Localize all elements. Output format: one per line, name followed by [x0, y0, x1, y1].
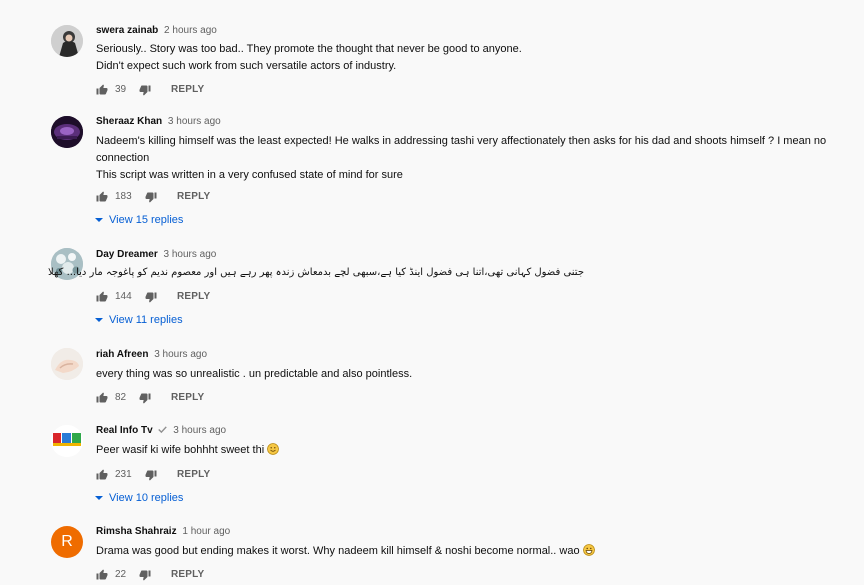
- like-count: 183: [115, 191, 132, 202]
- reply-button[interactable]: REPLY: [177, 468, 210, 482]
- chevron-down-icon: [95, 218, 103, 222]
- like-icon[interactable]: [96, 569, 108, 581]
- comment-text-line: Nadeem's killing himself was the least e…: [96, 135, 827, 147]
- like-icon[interactable]: [96, 84, 108, 96]
- avatar-letter: R: [61, 533, 73, 550]
- avatar[interactable]: [51, 116, 83, 148]
- view-replies-button[interactable]: View 10 replies: [95, 491, 183, 505]
- like-count: 22: [115, 569, 127, 580]
- author-name[interactable]: Sheraaz Khan: [96, 116, 162, 127]
- comment-text: Seriously.. Story was too bad.. They pro…: [96, 41, 522, 75]
- comment-text: جتنی فضول کہانی تھی،اتنا ہی فضول اینڈ کی…: [48, 264, 588, 281]
- dislike-icon[interactable]: [145, 191, 157, 203]
- comment-text: Drama was good but ending makes it worst…: [96, 543, 595, 560]
- avatar[interactable]: [51, 348, 83, 380]
- view-replies-label: View 11 replies: [109, 314, 183, 326]
- comment-text: Peer wasif ki wife bohhht sweet thi: [96, 442, 280, 459]
- view-replies-button[interactable]: View 11 replies: [95, 313, 183, 327]
- reply-button[interactable]: REPLY: [171, 391, 204, 405]
- like-icon[interactable]: [96, 392, 108, 404]
- reply-button[interactable]: REPLY: [177, 290, 210, 304]
- dislike-icon[interactable]: [139, 392, 151, 404]
- comment-text-line: This script was written in a very confus…: [96, 169, 403, 181]
- comment-text-line: Drama was good but ending makes it worst…: [96, 545, 580, 557]
- grinning-face-emoji-icon: [582, 544, 595, 556]
- author-name[interactable]: Day Dreamer: [96, 249, 158, 260]
- dislike-icon[interactable]: [145, 291, 157, 303]
- comment-timestamp[interactable]: 1 hour ago: [182, 526, 230, 537]
- comment-text-line: Seriously.. Story was too bad.. They pro…: [96, 43, 522, 55]
- avatar[interactable]: R: [51, 526, 83, 558]
- comment-timestamp[interactable]: 3 hours ago: [173, 425, 226, 436]
- comment-timestamp[interactable]: 3 hours ago: [164, 249, 217, 260]
- comment-text-line: Peer wasif ki wife bohhht sweet thi: [96, 444, 265, 456]
- like-count: 82: [115, 392, 127, 403]
- chevron-down-icon: [95, 496, 103, 500]
- like-count: 39: [115, 84, 127, 95]
- comment-text: every thing was so unrealistic . un pred…: [96, 366, 412, 383]
- like-icon[interactable]: [96, 191, 108, 203]
- author-name[interactable]: Rimsha Shahraiz: [96, 526, 177, 537]
- author-name[interactable]: swera zainab: [96, 25, 158, 36]
- view-replies-label: View 10 replies: [109, 492, 184, 504]
- smiling-face-emoji-icon: [267, 443, 280, 455]
- verified-check-icon: [158, 426, 168, 434]
- view-replies-label: View 15 replies: [109, 214, 184, 226]
- dislike-icon[interactable]: [145, 469, 157, 481]
- comment-timestamp[interactable]: 3 hours ago: [154, 349, 207, 360]
- avatar[interactable]: [51, 25, 83, 57]
- reply-button[interactable]: REPLY: [171, 568, 204, 582]
- avatar[interactable]: [51, 425, 83, 457]
- like-count: 144: [115, 291, 132, 302]
- comment-text-line: connection: [96, 152, 150, 164]
- comment-text: Nadeem's killing himself was the least e…: [96, 133, 826, 184]
- dislike-icon[interactable]: [139, 84, 151, 96]
- author-name[interactable]: riah Afreen: [96, 349, 148, 360]
- channel-logo: [51, 425, 83, 457]
- reply-button[interactable]: REPLY: [171, 83, 204, 97]
- author-name[interactable]: Real Info Tv: [96, 425, 153, 436]
- comment-text-line: Didn't expect such work from such versat…: [96, 60, 397, 72]
- dislike-icon[interactable]: [139, 569, 151, 581]
- chevron-down-icon: [95, 318, 103, 322]
- comment-text-line: every thing was so unrealistic . un pred…: [96, 368, 413, 380]
- comment-timestamp[interactable]: 2 hours ago: [164, 25, 217, 36]
- like-count: 231: [115, 469, 132, 480]
- like-icon[interactable]: [96, 469, 108, 481]
- view-replies-button[interactable]: View 15 replies: [95, 213, 183, 227]
- comment-timestamp[interactable]: 3 hours ago: [168, 116, 221, 127]
- like-icon[interactable]: [96, 291, 108, 303]
- reply-button[interactable]: REPLY: [177, 190, 210, 204]
- comment-text-line: جتنی فضول کہانی تھی،اتنا ہی فضول اینڈ کی…: [48, 267, 584, 278]
